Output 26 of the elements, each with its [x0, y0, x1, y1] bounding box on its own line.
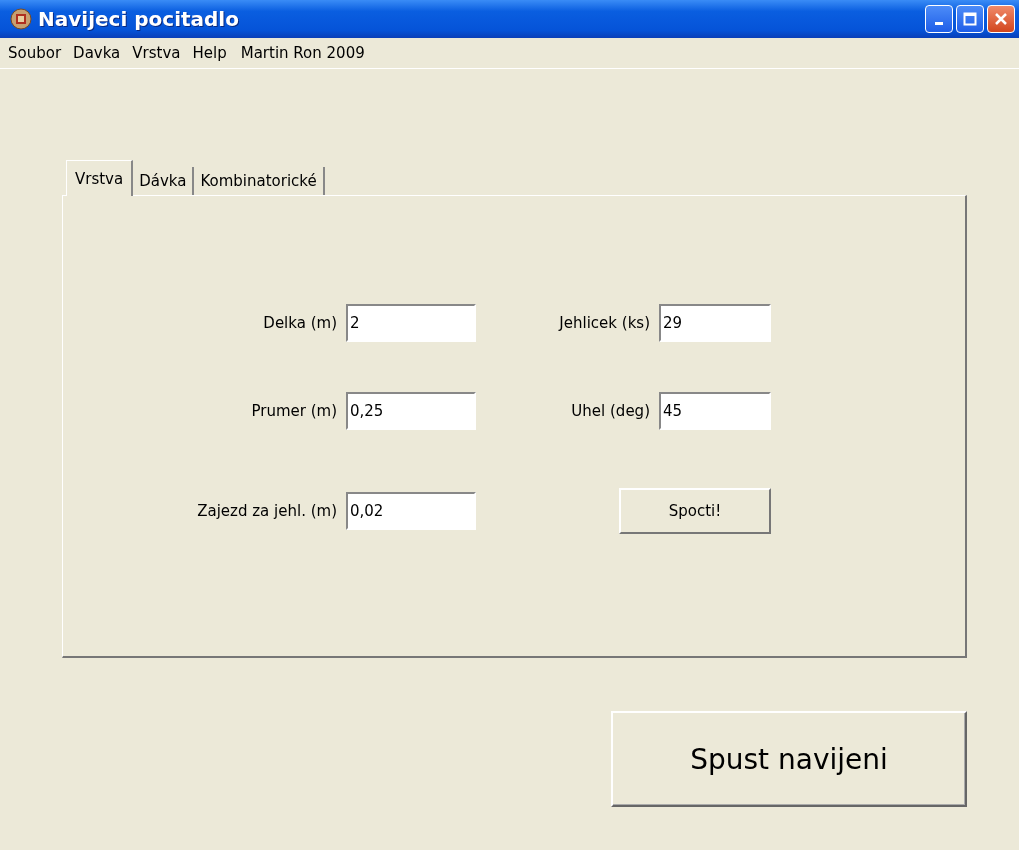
- field-label: Jehlicek (ks): [559, 314, 651, 332]
- calculate-button[interactable]: Spocti!: [619, 488, 771, 534]
- maximize-icon: [963, 12, 977, 26]
- tab[interactable]: Vrstva: [66, 160, 134, 196]
- close-button[interactable]: [987, 5, 1015, 33]
- menu-note: Martin Ron 2009: [240, 44, 365, 62]
- field-label: Prumer (m): [251, 402, 338, 420]
- close-icon: [994, 12, 1008, 26]
- input-field[interactable]: 0,02: [346, 492, 476, 530]
- input-field[interactable]: 29: [659, 304, 771, 342]
- maximize-button[interactable]: [956, 5, 984, 33]
- menu-item[interactable]: Vrstva: [126, 44, 187, 62]
- input-field[interactable]: 45: [659, 392, 771, 430]
- field-label: Uhel (deg): [571, 402, 651, 420]
- app-icon: [10, 8, 32, 30]
- start-button[interactable]: Spust navijeni: [611, 711, 967, 807]
- menu-item[interactable]: Soubor: [2, 44, 68, 62]
- field-label: Zajezd za jehl. (m): [197, 502, 338, 520]
- minimize-button[interactable]: [925, 5, 953, 33]
- field-label: Delka (m): [263, 314, 338, 332]
- input-field[interactable]: 0,25: [346, 392, 476, 430]
- window-title: Navijeci pocitadlo: [38, 7, 240, 31]
- menu-item[interactable]: Help: [186, 44, 233, 62]
- minimize-icon: [935, 22, 943, 25]
- menu-item[interactable]: Davka: [67, 44, 127, 62]
- input-field[interactable]: 2: [346, 304, 476, 342]
